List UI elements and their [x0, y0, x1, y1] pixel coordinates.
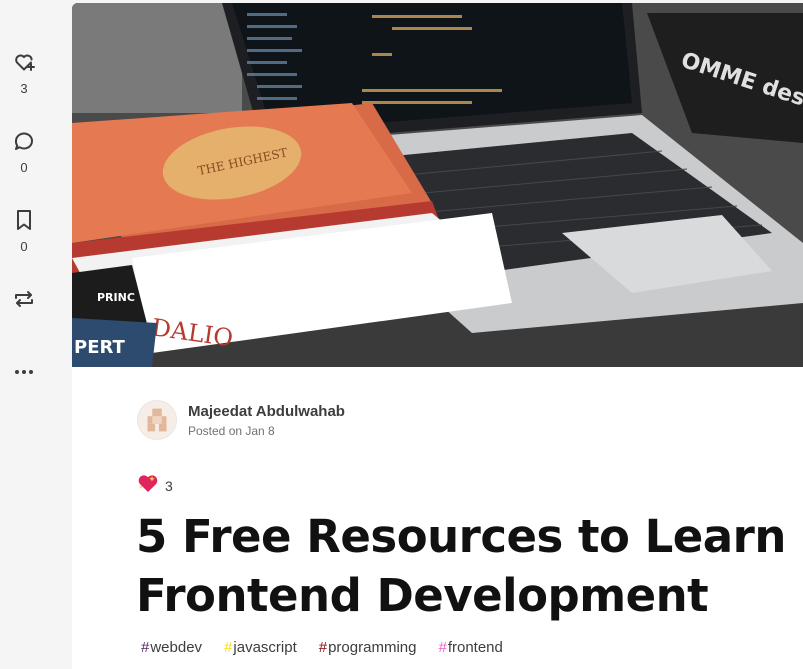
article-main: OMME des THE HIGHEST DALIO PRINC PERT Ma…	[72, 3, 803, 669]
tag-hash: #	[318, 639, 328, 656]
tag-webdev[interactable]: #webdev	[138, 637, 205, 658]
tag-label: javascript	[233, 639, 297, 656]
tag-label: programming	[328, 639, 417, 656]
cover-image: OMME des THE HIGHEST DALIO PRINC PERT	[72, 3, 803, 367]
cover-image-icon: OMME des THE HIGHEST DALIO PRINC PERT	[72, 3, 803, 367]
cover-book-spine-princ: PRINC	[97, 291, 135, 304]
more-horizontal-icon	[12, 360, 36, 384]
tag-javascript[interactable]: #javascript	[221, 637, 300, 658]
reactions-summary[interactable]: 3	[136, 471, 173, 500]
tag-programming[interactable]: #programming	[316, 637, 420, 658]
article-title: 5 Free Resources to Learn Frontend Devel…	[136, 510, 786, 622]
author-name[interactable]: Majeedat Abdulwahab	[188, 402, 345, 421]
comment-count: 0	[20, 160, 28, 175]
reaction-count: 3	[165, 477, 173, 494]
tag-frontend[interactable]: #frontend	[435, 637, 505, 658]
avatar[interactable]	[137, 400, 177, 440]
cover-book-spine-pert: PERT	[74, 337, 126, 358]
comment-button[interactable]: 0	[0, 129, 48, 175]
save-button[interactable]: 0	[0, 208, 48, 254]
heart-plus-icon	[12, 50, 36, 74]
author-avatar-icon	[138, 401, 176, 439]
bookmark-icon	[12, 208, 36, 232]
tag-label: webdev	[150, 639, 203, 656]
save-count: 0	[20, 239, 28, 254]
comment-icon	[12, 129, 36, 153]
tag-list: #webdev #javascript #programming #fronte…	[138, 637, 506, 658]
tag-label: frontend	[447, 639, 503, 656]
share-button[interactable]	[0, 287, 48, 311]
tag-hash: #	[438, 639, 447, 656]
article-actions-sidebar: 3 0 0	[0, 0, 72, 669]
sparkle-heart-icon	[136, 471, 160, 500]
more-options-button[interactable]	[0, 360, 48, 384]
tag-hash: #	[141, 639, 150, 656]
author-block: Majeedat Abdulwahab Posted on Jan 8	[137, 398, 345, 442]
like-count: 3	[20, 81, 28, 96]
tag-hash: #	[224, 639, 233, 656]
repost-icon	[12, 287, 36, 311]
posted-date: Posted on Jan 8	[188, 423, 275, 438]
like-button[interactable]: 3	[0, 50, 48, 96]
